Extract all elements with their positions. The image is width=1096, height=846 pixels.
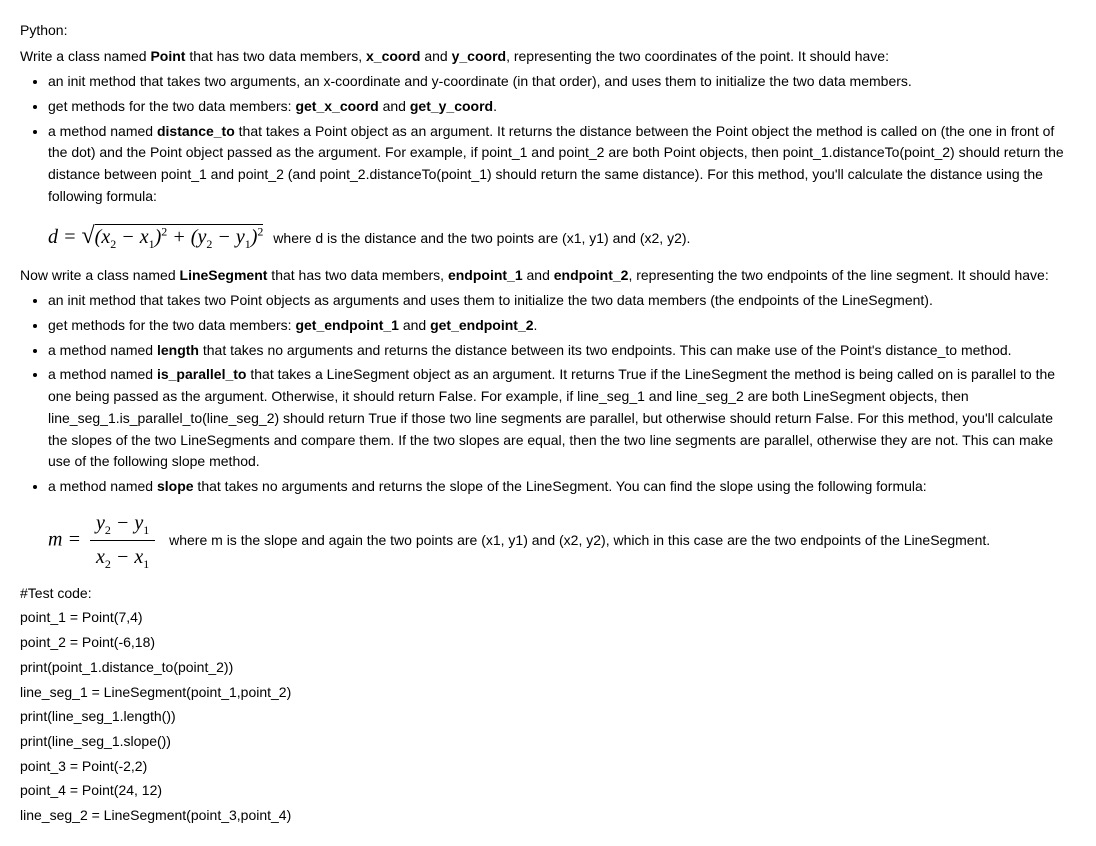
text: − <box>212 226 236 248</box>
text: a method named <box>48 342 157 358</box>
text: Write a class named <box>20 48 150 64</box>
point-intro: Write a class named Point that has two d… <box>20 46 1076 68</box>
distance-to-method: distance_to <box>157 123 235 139</box>
text: and <box>399 317 430 333</box>
linesegment-class-name: LineSegment <box>180 267 268 283</box>
d-equals: d = <box>48 226 82 248</box>
slope-method: slope <box>157 478 194 494</box>
code-line: print(point_1.distance_to(point_2)) <box>20 657 1076 679</box>
text: 1 <box>143 523 149 537</box>
numerator: y2 − y1 <box>90 508 155 542</box>
slope-formula: m = y2 − y1 x2 − x1 where m is the slope… <box>48 508 990 574</box>
text: − <box>111 546 135 568</box>
list-item: an init method that takes two Point obje… <box>48 290 1076 312</box>
code-line: point_3 = Point(-2,2) <box>20 756 1076 778</box>
y-coord-member: y_coord <box>452 48 506 64</box>
denominator: x2 − x1 <box>90 541 155 574</box>
text: a method named <box>48 478 157 494</box>
text: x <box>140 226 149 248</box>
text: Now write a class named <box>20 267 180 283</box>
endpoint1-member: endpoint_1 <box>448 267 523 283</box>
code-line: point_4 = Point(24, 12) <box>20 780 1076 802</box>
get-endpoint2-method: get_endpoint_2 <box>430 317 533 333</box>
code-line: line_seg_1 = LineSegment(point_1,point_2… <box>20 682 1076 704</box>
text: y <box>96 512 105 534</box>
text: get methods for the two data members: <box>48 98 295 114</box>
text: y <box>134 512 143 534</box>
list-item: a method named slope that takes no argum… <box>48 476 1076 498</box>
m-equals: m = <box>48 528 86 550</box>
point-class-name: Point <box>150 48 185 64</box>
list-item: a method named is_parallel_to that takes… <box>48 364 1076 472</box>
list-item: a method named distance_to that takes a … <box>48 121 1076 208</box>
list-item: an init method that takes two arguments,… <box>48 71 1076 93</box>
text: , representing the two coordinates of th… <box>506 48 889 64</box>
text: that has two data members, <box>267 267 448 283</box>
text: get methods for the two data members: <box>48 317 295 333</box>
text: . <box>493 98 497 114</box>
test-code-block: #Test code: point_1 = Point(7,4) point_2… <box>20 583 1076 827</box>
get-x-coord-method: get_x_coord <box>295 98 378 114</box>
get-endpoint1-method: get_endpoint_1 <box>295 317 398 333</box>
distance-formula: d = √(x2 − x1)2 + (y2 − y1)2 where d is … <box>48 218 690 255</box>
text: − <box>116 226 140 248</box>
code-line: print(line_seg_1.slope()) <box>20 731 1076 753</box>
text: y <box>236 226 245 248</box>
sqrt-icon: √ <box>82 223 95 249</box>
text: that takes no arguments and returns the … <box>194 478 927 494</box>
is-parallel-to-method: is_parallel_to <box>157 366 247 382</box>
text: , representing the two endpoints of the … <box>628 267 1048 283</box>
endpoint2-member: endpoint_2 <box>554 267 629 283</box>
get-y-coord-method: get_y_coord <box>410 98 493 114</box>
distance-where-text: where d is the distance and the two poin… <box>269 230 690 246</box>
code-line: point_2 = Point(-6,18) <box>20 632 1076 654</box>
slope-where-text: where m is the slope and again the two p… <box>165 532 990 548</box>
text: − <box>111 512 135 534</box>
language-heading: Python: <box>20 20 1076 42</box>
text: that takes no arguments and returns the … <box>199 342 1012 358</box>
x-coord-member: x_coord <box>366 48 420 64</box>
text: x <box>96 546 105 568</box>
text: that has two data members, <box>185 48 366 64</box>
text: 1 <box>143 557 149 571</box>
list-item: get methods for the two data members: ge… <box>48 96 1076 118</box>
text: and <box>379 98 410 114</box>
text: and <box>420 48 451 64</box>
test-code-heading: #Test code: <box>20 583 1076 605</box>
text: + <box>167 226 191 248</box>
text: x <box>101 226 110 248</box>
text: a method named <box>48 123 157 139</box>
linesegment-intro: Now write a class named LineSegment that… <box>20 265 1076 287</box>
text: 2 <box>257 224 263 238</box>
code-line: print(line_seg_1.length()) <box>20 706 1076 728</box>
linesegment-requirements-list: an init method that takes two Point obje… <box>20 290 1076 497</box>
length-method: length <box>157 342 199 358</box>
text: x <box>134 546 143 568</box>
code-line: point_1 = Point(7,4) <box>20 607 1076 629</box>
point-requirements-list: an init method that takes two arguments,… <box>20 71 1076 207</box>
code-line: line_seg_2 = LineSegment(point_3,point_4… <box>20 805 1076 827</box>
text: a method named <box>48 366 157 382</box>
fraction: y2 − y1 x2 − x1 <box>90 508 155 574</box>
text: . <box>534 317 538 333</box>
text: and <box>523 267 554 283</box>
list-item: a method named length that takes no argu… <box>48 340 1076 362</box>
list-item: get methods for the two data members: ge… <box>48 315 1076 337</box>
sqrt-body: (x2 − x1)2 + (y2 − y1)2 <box>95 224 264 248</box>
